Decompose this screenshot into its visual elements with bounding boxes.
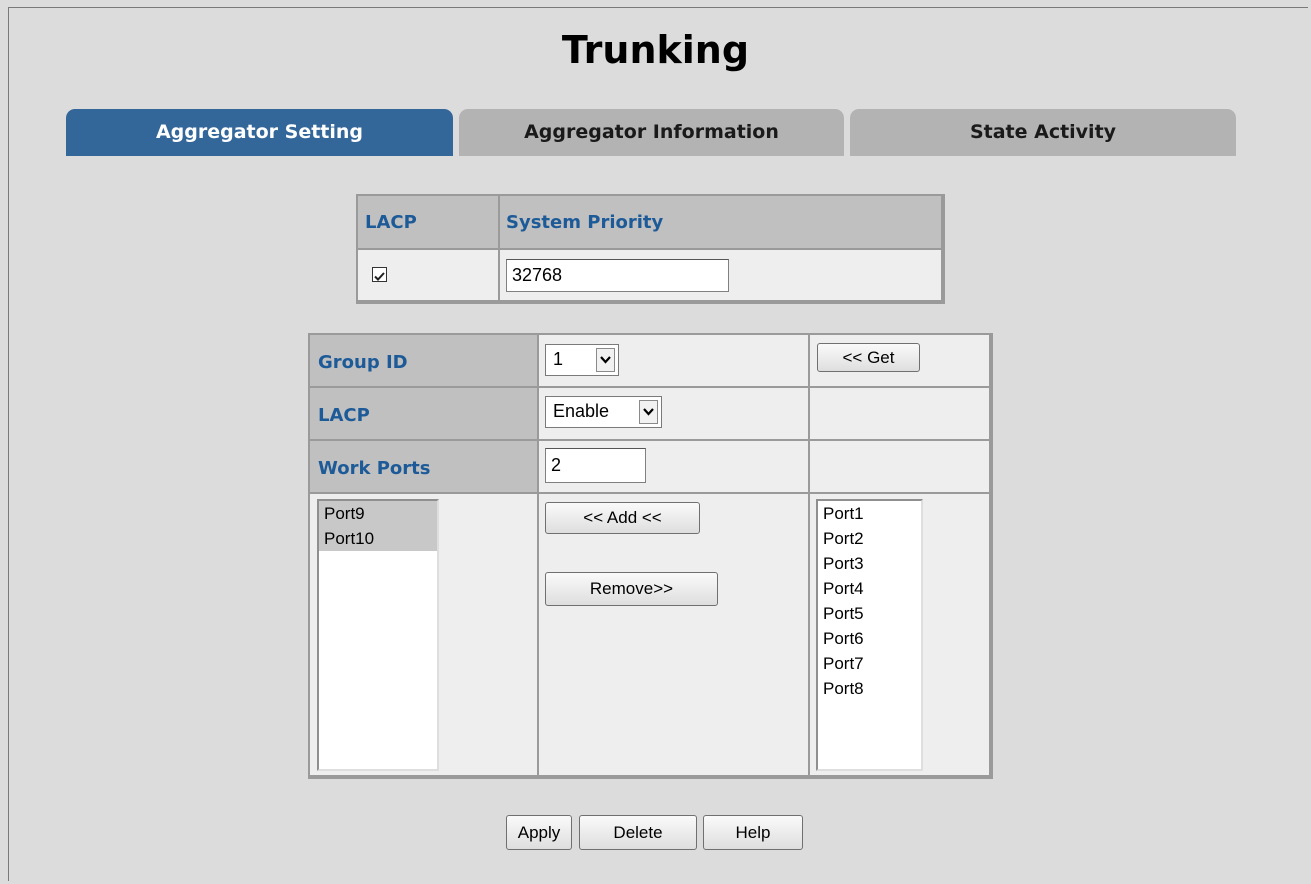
check-icon (374, 272, 385, 281)
lacp-value-cell: Enable (539, 388, 808, 439)
lacp-select[interactable]: Enable (545, 396, 662, 428)
work-ports-value-cell: 2 (539, 441, 808, 492)
port-list-item[interactable]: Port9 (319, 501, 437, 526)
port-list-item[interactable]: Port4 (818, 576, 921, 601)
group-id-label-cell: Group ID (310, 335, 537, 386)
group-lacp-label: LACP (318, 405, 370, 426)
port-list-item[interactable]: Port3 (818, 551, 921, 576)
member-ports-list[interactable]: Port9 Port10 (317, 499, 439, 771)
tab-state-activity[interactable]: State Activity (850, 109, 1236, 156)
port-list-item[interactable]: Port2 (818, 526, 921, 551)
help-button[interactable]: Help (703, 815, 803, 850)
work-ports-label: Work Ports (318, 458, 431, 479)
get-cell: << Get (810, 335, 989, 386)
port-list-item[interactable]: Port8 (818, 676, 921, 701)
system-priority-table: LACP System Priority 32768 (356, 194, 945, 304)
port-list-item[interactable]: Port10 (319, 526, 437, 551)
system-priority-header: System Priority (506, 212, 664, 233)
lacp-header-cell: LACP (358, 196, 498, 248)
member-ports-cell: Port9 Port10 (310, 494, 537, 775)
available-ports-cell: Port1 Port2 Port3 Port4 Port5 Port6 Port7 Port8 (810, 494, 989, 775)
chevron-down-icon (639, 400, 658, 424)
work-ports-label-cell: Work Ports (310, 441, 537, 492)
tab-aggregator-setting[interactable]: Aggregator Setting (66, 109, 453, 156)
group-id-label: Group ID (318, 352, 408, 373)
available-ports-list[interactable]: Port1 Port2 Port3 Port4 Port5 Port6 Port7 Port8 (816, 499, 923, 771)
group-id-value-cell: 1 (539, 335, 808, 386)
apply-button[interactable]: Apply (506, 815, 572, 850)
aggregator-group-table: Group ID 1 << Get LACP Enable Work Ports… (308, 333, 993, 779)
port-list-item[interactable]: Port1 (818, 501, 921, 526)
get-button[interactable]: << Get (817, 343, 920, 372)
add-remove-cell: << Add << Remove>> (539, 494, 808, 775)
delete-button[interactable]: Delete (579, 815, 697, 850)
lacp-check-cell (358, 250, 498, 300)
work-ports-empty-cell (810, 441, 989, 492)
group-id-select[interactable]: 1 (545, 344, 619, 376)
system-priority-input[interactable]: 32768 (506, 259, 729, 292)
tab-aggregator-information[interactable]: Aggregator Information (459, 109, 844, 156)
add-port-button[interactable]: << Add << (545, 502, 700, 534)
lacp-empty-cell (810, 388, 989, 439)
chevron-down-icon (596, 348, 615, 372)
lacp-header: LACP (365, 212, 417, 233)
remove-port-button[interactable]: Remove>> (545, 572, 718, 606)
priority-value-cell: 32768 (500, 250, 941, 300)
lacp-label-cell: LACP (310, 388, 537, 439)
port-list-item[interactable]: Port5 (818, 601, 921, 626)
work-ports-input[interactable]: 2 (545, 448, 646, 483)
priority-header-cell: System Priority (500, 196, 941, 248)
port-list-item[interactable]: Port7 (818, 651, 921, 676)
port-list-item[interactable]: Port6 (818, 626, 921, 651)
lacp-checkbox[interactable] (372, 267, 387, 282)
page-title: Trunking (561, 28, 750, 72)
